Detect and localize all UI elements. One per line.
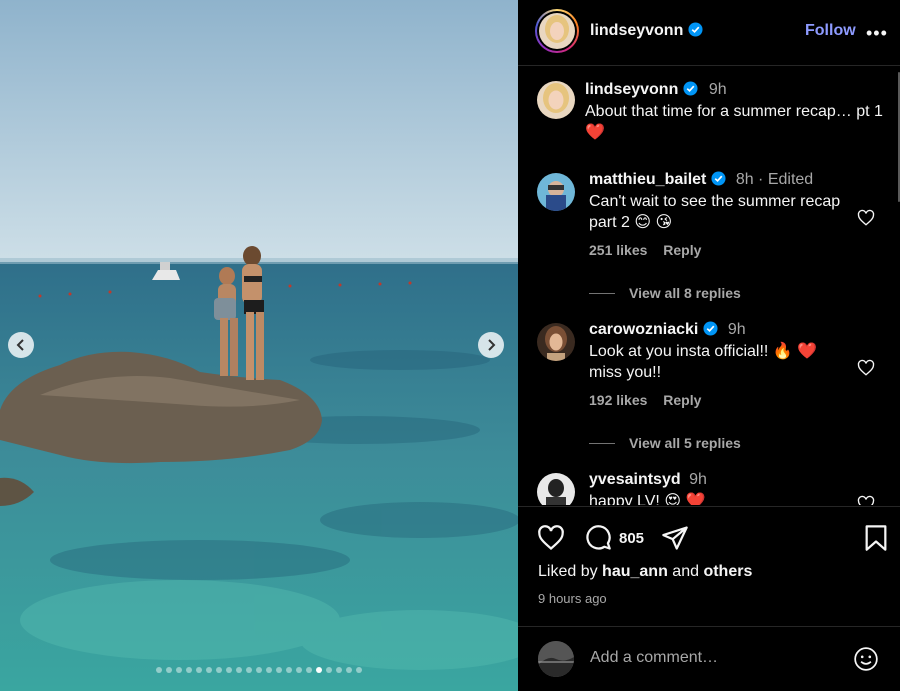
comment-time[interactable]: 9h [689,471,707,488]
comment-count: 805 [619,530,645,547]
comment-avatar[interactable] [537,323,575,361]
avatar-image [538,641,574,677]
comment-text: Look at you insta official!! [589,343,769,360]
caption-time[interactable]: 9h [709,81,727,98]
heart-emoji: ❤️ [585,124,605,141]
avatar-image [537,173,575,211]
view-replies-button[interactable]: View all 5 replies [589,435,741,451]
carousel-dot[interactable] [266,667,272,673]
carousel-dot[interactable] [206,667,212,673]
carousel-dot[interactable] [286,667,292,673]
carousel-dot[interactable] [156,667,162,673]
comment-avatar[interactable] [537,473,575,505]
carousel-dot[interactable] [306,667,312,673]
carousel-dot[interactable] [336,667,342,673]
comments-list[interactable]: lindseyvonn 9h About that time for a sum… [518,67,900,505]
carousel-dot[interactable] [346,667,352,673]
comment-text: happy LV! [589,493,660,505]
liked-others-link[interactable]: others [703,563,752,580]
chevron-right-icon [488,339,496,351]
avatar-image [537,323,575,361]
liked-by-text: Liked by hau_ann and others [538,563,752,581]
comment-username[interactable]: yvesaintsyd [589,471,681,488]
comment-emoji: 😊 😘 [634,214,673,231]
view-replies-label[interactable]: View all 8 replies [629,285,741,301]
carousel-dot[interactable] [236,667,242,673]
chevron-left-icon [16,339,24,351]
post-header: lindseyvonn Follow ••• [518,0,900,66]
carousel-dot[interactable] [356,667,362,673]
carousel-dot[interactable] [326,667,332,673]
carousel-dot[interactable] [226,667,232,673]
comment-text: Can't wait to see the summer recap part … [589,193,841,231]
carousel-dot[interactable] [316,667,322,673]
post-author-username[interactable]: lindseyvonn [590,22,683,39]
post-actions: 805 Liked by hau_ann and others 9 hours … [518,506,900,626]
caption-avatar[interactable] [537,81,575,119]
comment-avatar[interactable] [537,173,575,211]
comment-time[interactable]: 8h · Edited [736,171,813,188]
carousel-dot[interactable] [166,667,172,673]
avatar-image [537,81,575,119]
divider-line [589,442,615,444]
previous-slide-button[interactable] [8,332,34,358]
post-caption: lindseyvonn 9h About that time for a sum… [585,81,885,143]
post-author[interactable]: lindseyvonn [590,22,703,40]
comment-likes[interactable]: 251 likes [589,242,647,258]
liked-and: and [672,563,699,580]
beach-photo-image [0,0,518,691]
more-options-button[interactable]: ••• [866,23,888,44]
current-user-avatar [538,641,574,677]
carousel-dot[interactable] [176,667,182,673]
smiley-icon[interactable] [853,646,879,672]
speech-bubble-icon[interactable] [584,524,612,552]
verified-badge-icon [711,171,726,186]
caption-username[interactable]: lindseyvonn [585,81,678,98]
bookmark-icon[interactable] [863,524,889,552]
liked-user-link[interactable]: hau_ann [602,563,668,580]
comment-like-icon[interactable] [857,495,875,505]
liked-prefix: Liked by [538,563,598,580]
follow-button[interactable]: Follow [805,22,856,40]
verified-badge-icon [688,22,703,37]
avatar-image [539,13,575,49]
comment-emoji: 🔥 ❤️ [772,343,818,360]
comment-likes[interactable]: 192 likes [589,392,647,408]
caption-text: About that time for a summer recap… pt 1 [585,103,883,120]
carousel-dots [0,667,518,673]
reply-button[interactable]: Reply [663,242,701,258]
divider-line [589,292,615,294]
carousel-dot[interactable] [246,667,252,673]
reply-button[interactable]: Reply [663,392,701,408]
carousel-dot[interactable] [196,667,202,673]
avatar-image [537,473,575,505]
verified-badge-icon [683,81,698,96]
heart-icon[interactable] [537,524,565,552]
profile-avatar[interactable] [535,9,579,53]
paper-plane-icon[interactable] [661,524,689,552]
comment-time[interactable]: 9h [728,321,746,338]
next-slide-button[interactable] [478,332,504,358]
add-comment-bar [518,626,900,691]
post-side-panel: lindseyvonn Follow ••• lindseyvonn 9h Ab… [518,0,900,691]
comment-text-line2: miss you!! [589,364,662,381]
post-photo[interactable] [0,0,518,691]
comment-like-icon[interactable] [857,359,875,377]
view-replies-button[interactable]: View all 8 replies [589,285,741,301]
carousel-dot[interactable] [256,667,262,673]
carousel-dot[interactable] [186,667,192,673]
carousel-dot[interactable] [276,667,282,673]
comment-username[interactable]: matthieu_bailet [589,171,706,188]
comment-like-icon[interactable] [857,209,875,227]
comment-emoji: 😍 ❤️ [664,493,706,505]
carousel-dot[interactable] [296,667,302,673]
view-replies-label[interactable]: View all 5 replies [629,435,741,451]
comment-input[interactable] [590,649,830,667]
carousel-dot[interactable] [216,667,222,673]
verified-badge-icon [703,321,718,336]
comment-username[interactable]: carowozniacki [589,321,698,338]
post-time[interactable]: 9 hours ago [538,591,607,606]
